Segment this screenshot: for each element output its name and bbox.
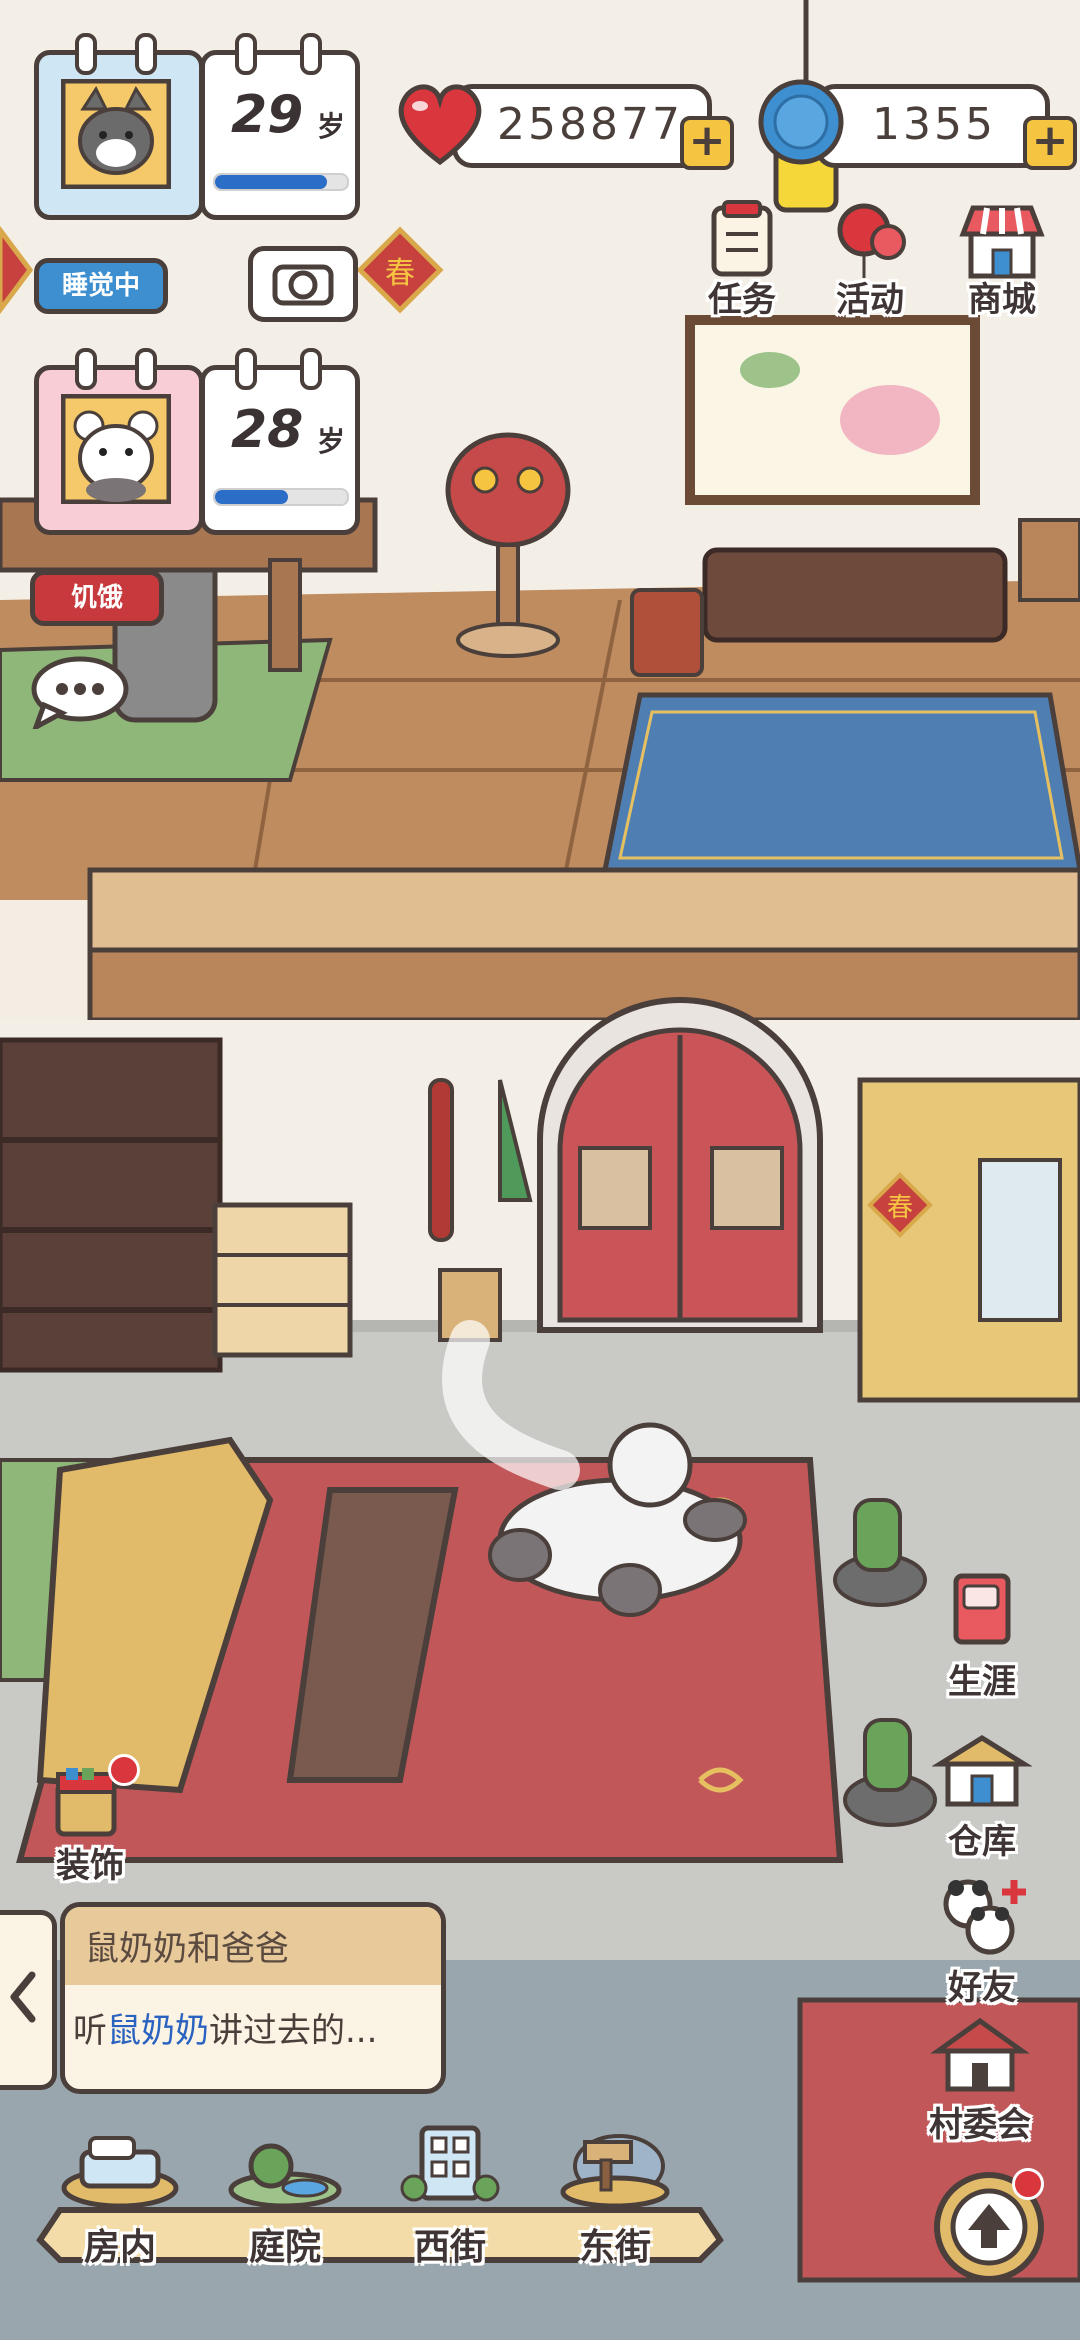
ring-icon [300, 33, 322, 75]
career-button[interactable]: 生涯 [912, 1570, 1052, 1710]
village-hall-icon [930, 2017, 1030, 2092]
career-label: 生涯 [948, 1662, 1016, 1702]
player1-age-card: 29 岁 [200, 33, 360, 220]
ring-icon [235, 33, 257, 75]
nav-room-label: 房内 [83, 2227, 156, 2268]
nav-west-street[interactable]: 西街 [380, 2125, 520, 2270]
quest-title: 鼠奶奶和爸爸 [85, 1929, 289, 1969]
decorate-button[interactable]: 装饰 [30, 1754, 150, 1900]
player2-age-card: 28 岁 [200, 348, 360, 535]
ring-icon [300, 348, 322, 390]
friends-icon [943, 1879, 1026, 1955]
camera-button[interactable] [248, 246, 358, 322]
warehouse-icon [932, 1735, 1032, 1807]
player2-status-badge: 饥饿 [30, 570, 164, 626]
warehouse-button[interactable]: 仓库 [912, 1730, 1052, 1870]
quest-collapse-button[interactable] [0, 1910, 57, 2090]
player1-age-unit: 岁 [317, 110, 346, 143]
decorate-label: 装饰 [56, 1846, 124, 1886]
quest-desc-highlight: 鼠奶奶 [107, 2011, 209, 2051]
ring-icon [235, 348, 257, 390]
quest-desc-prefix: 听 [73, 2011, 107, 2051]
hearts-count: 258877 [497, 99, 683, 150]
couplet-right: 春 [385, 256, 415, 291]
scroll-up-button[interactable] [930, 2168, 1048, 2286]
quest-desc-suffix: 讲过去的... [209, 2011, 378, 2051]
book-icon [953, 1573, 1011, 1645]
clipboard-icon [711, 200, 773, 277]
nav-garden-label: 庭院 [248, 2227, 321, 2268]
shop-button[interactable]: 商城 [932, 200, 1072, 320]
notification-dot [108, 1754, 140, 1786]
player2-age-unit: 岁 [317, 425, 346, 458]
quest-description: 听鼠奶奶讲过去的... [73, 2003, 377, 2052]
notification-dot [1012, 2168, 1044, 2200]
ring-icon [75, 348, 97, 390]
wardrobe-charm: 春 [887, 1193, 913, 1223]
village-hall-label: 村委会 [929, 2105, 1031, 2145]
camera-icon [272, 264, 334, 306]
nav-east-street[interactable]: 东街 [545, 2130, 685, 2270]
chevron-left-icon [10, 1971, 36, 2023]
bottom-nav: 房内 庭院 西街 东街 [30, 2125, 730, 2270]
gray-cat-avatar-icon [61, 79, 171, 189]
chat-button[interactable] [30, 655, 130, 733]
shop-icon [959, 205, 1045, 279]
add-hearts-button[interactable]: + [680, 116, 734, 170]
gems-currency: 1355 + [755, 72, 1077, 172]
building-icon [400, 2125, 500, 2202]
warehouse-label: 仓库 [948, 1822, 1016, 1862]
garden-icon [228, 2143, 342, 2209]
nav-west-street-label: 西街 [413, 2227, 486, 2268]
nav-room[interactable]: 房内 [50, 2130, 190, 2270]
player2-age: 28 [231, 400, 304, 460]
task-label: 任务 [708, 280, 776, 320]
player1-avatar-card[interactable] [34, 33, 204, 220]
player1-status-badge: 睡觉中 [34, 258, 168, 314]
ring-icon [135, 348, 157, 390]
player1-progress-fill [215, 175, 328, 189]
player2-progress-fill [215, 490, 288, 504]
friends-button[interactable]: 好友 [912, 1870, 1052, 2010]
nav-east-street-label: 东街 [578, 2227, 651, 2268]
ring-icon [75, 33, 97, 75]
ring-icon [135, 33, 157, 75]
speech-bubble-icon [31, 656, 129, 733]
player1-progress-bar [213, 173, 349, 191]
shop-label: 商城 [968, 280, 1036, 320]
activity-label: 活动 [836, 280, 904, 320]
village-hall-button[interactable]: 村委会 [900, 2015, 1060, 2155]
friends-label: 好友 [948, 1968, 1016, 2008]
player2-avatar-card[interactable] [34, 348, 204, 535]
task-button[interactable]: 任务 [672, 200, 812, 320]
gems-count: 1355 [872, 99, 996, 150]
white-mouse-avatar-icon [61, 394, 171, 504]
player2-progress-bar [213, 488, 349, 506]
hearts-currency: 258877 + [390, 72, 734, 172]
balloon-icon [837, 203, 906, 278]
nav-garden[interactable]: 庭院 [215, 2130, 355, 2270]
signpost-icon [560, 2134, 670, 2209]
bottle-cap-icon [758, 79, 844, 165]
player1-age: 29 [231, 85, 304, 145]
heart-icon [398, 84, 482, 166]
activity-button[interactable]: 活动 [800, 200, 940, 320]
bed-icon [61, 2136, 179, 2209]
quest-card[interactable]: 鼠奶奶和爸爸 听鼠奶奶讲过去的... [60, 1902, 446, 2094]
add-gems-button[interactable]: + [1023, 116, 1077, 170]
